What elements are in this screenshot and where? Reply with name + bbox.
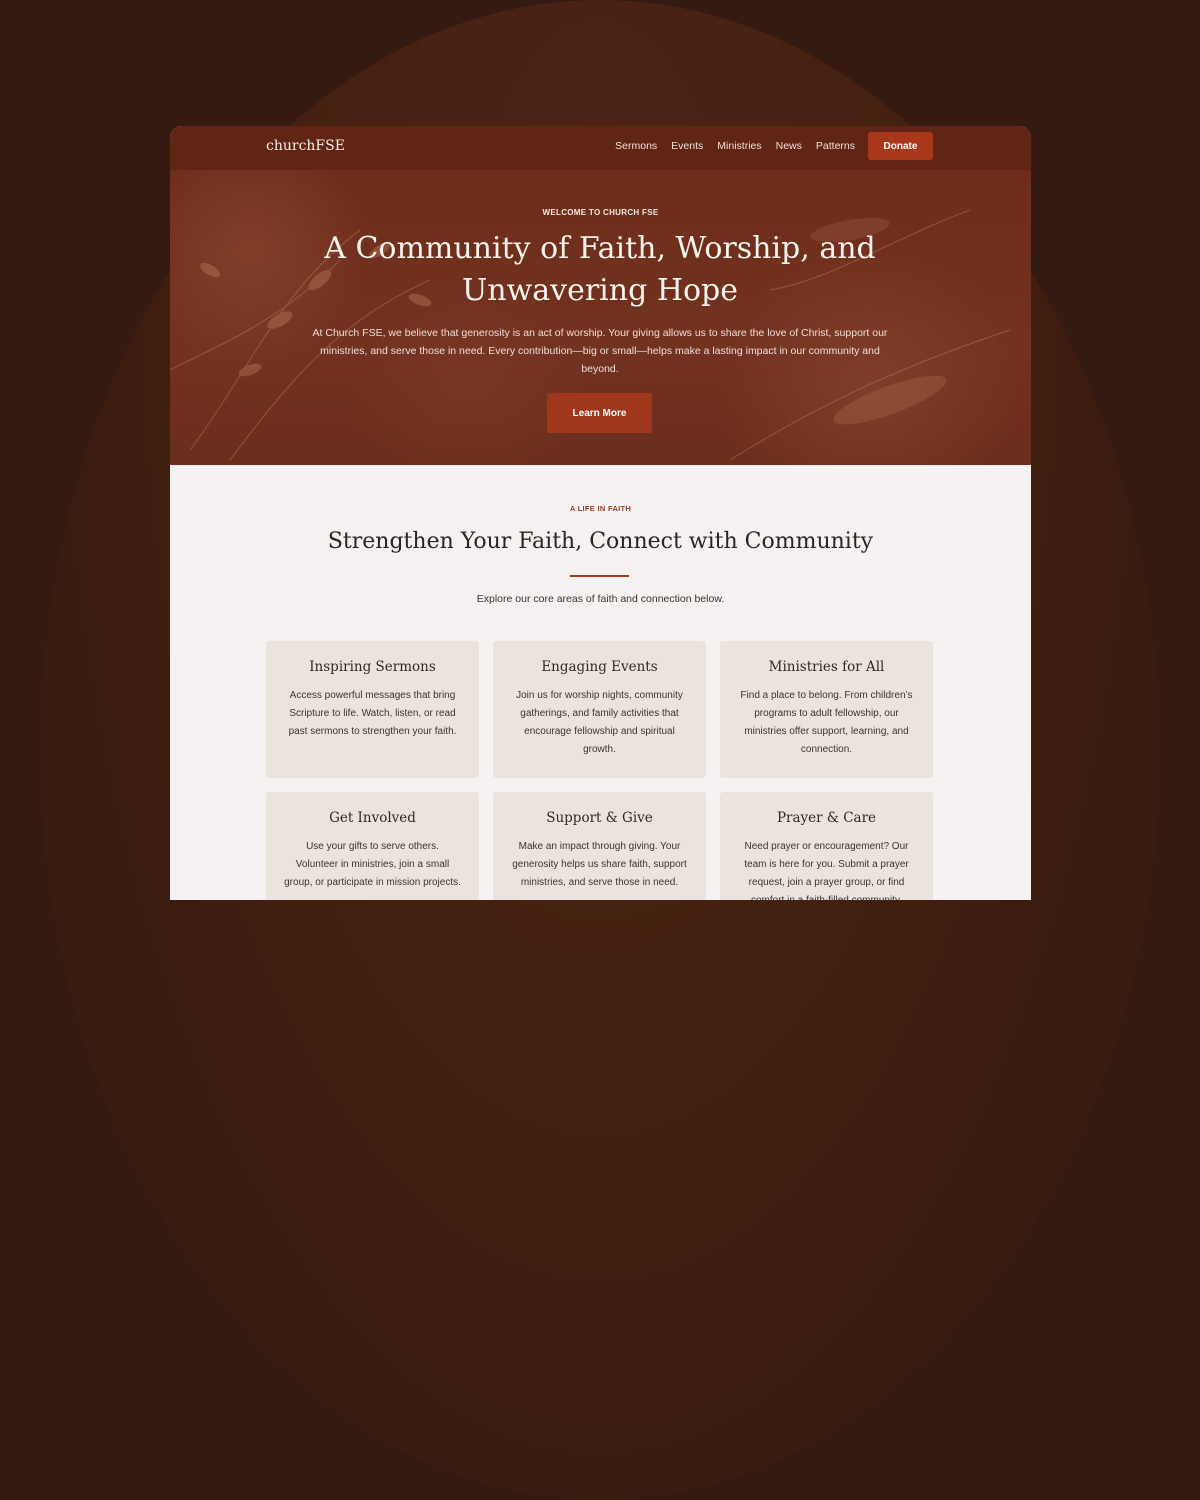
site-header: churchFSE Sermons Events Ministries News… xyxy=(170,126,1031,170)
hero-section: WELCOME TO CHURCH FSE A Community of Fai… xyxy=(170,170,1031,465)
card-prayer-and-care[interactable]: Prayer & Care Need prayer or encourageme… xyxy=(720,792,933,900)
browser-frame: churchFSE Sermons Events Ministries News… xyxy=(170,126,1031,900)
card-text: Access powerful messages that bring Scri… xyxy=(288,690,457,737)
section-subtitle: Explore our core areas of faith and conn… xyxy=(476,593,725,605)
card-text: Use your gifts to serve others. Voluntee… xyxy=(284,841,461,888)
faith-section: A LIFE IN FAITH Strengthen Your Faith, C… xyxy=(170,465,1031,900)
card-text: Find a place to belong. From children’s … xyxy=(740,690,913,755)
card-inspiring-sermons[interactable]: Inspiring Sermons Access powerful messag… xyxy=(266,641,479,778)
nav-item-ministries[interactable]: Ministries xyxy=(717,140,761,152)
card-title: Prayer & Care xyxy=(776,810,877,826)
card-engaging-events[interactable]: Engaging Events Join us for worship nigh… xyxy=(493,641,706,778)
section-title: Strengthen Your Faith, Connect with Comm… xyxy=(327,529,874,554)
card-get-involved[interactable]: Get Involved Use your gifts to serve oth… xyxy=(266,792,479,900)
card-text: Need prayer or encouragement? Our team i… xyxy=(744,841,909,900)
section-divider xyxy=(570,575,629,577)
section-eyebrow: A LIFE IN FAITH xyxy=(569,504,632,513)
card-ministries-for-all[interactable]: Ministries for All Find a place to belon… xyxy=(720,641,933,778)
learn-more-button[interactable]: Learn More xyxy=(547,393,652,433)
card-title: Inspiring Sermons xyxy=(309,659,436,675)
donate-button[interactable]: Donate xyxy=(868,132,933,160)
site-logo[interactable]: churchFSE xyxy=(266,138,345,154)
hero-eyebrow: WELCOME TO CHURCH FSE xyxy=(542,208,659,217)
card-title: Ministries for All xyxy=(768,659,885,675)
card-title: Get Involved xyxy=(329,810,416,826)
nav-item-news[interactable]: News xyxy=(776,140,802,152)
card-title: Engaging Events xyxy=(541,659,658,675)
hero-description: At Church FSE, we believe that generosit… xyxy=(312,327,888,375)
card-title: Support & Give xyxy=(546,810,653,826)
nav-item-sermons[interactable]: Sermons xyxy=(615,140,657,152)
card-text: Make an impact through giving. Your gene… xyxy=(512,841,687,888)
main-nav: Sermons Events Ministries News Patterns xyxy=(615,140,855,152)
nav-item-patterns[interactable]: Patterns xyxy=(816,140,855,152)
card-text: Join us for worship nights, community ga… xyxy=(516,690,683,755)
card-support-and-give[interactable]: Support & Give Make an impact through gi… xyxy=(493,792,706,900)
hero-title: A Community of Faith, Worship, and Unwav… xyxy=(324,231,876,308)
nav-item-events[interactable]: Events xyxy=(671,140,703,152)
